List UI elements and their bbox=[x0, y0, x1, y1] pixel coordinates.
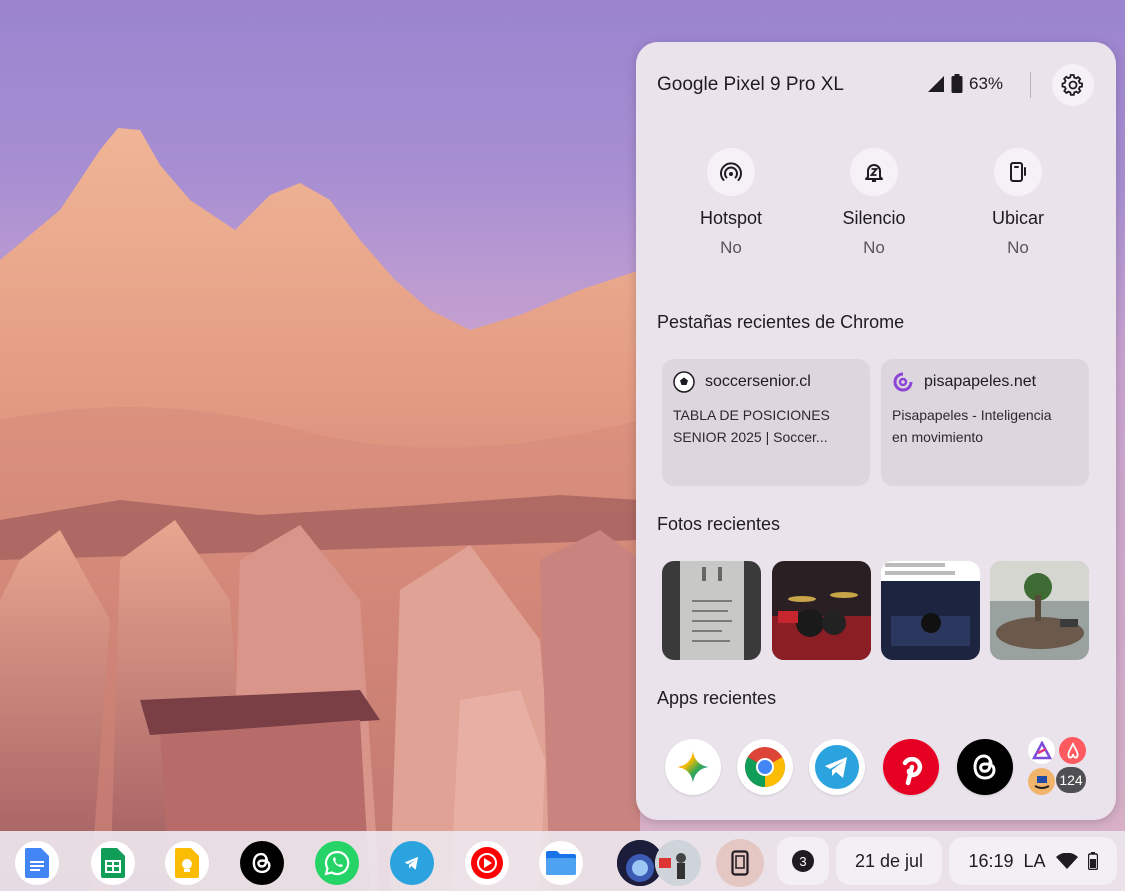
phone-hub-button[interactable] bbox=[716, 839, 764, 887]
tab-header: soccersenior.cl bbox=[673, 371, 811, 393]
shelf-app-docs[interactable] bbox=[15, 841, 59, 885]
battery-icon bbox=[951, 74, 963, 93]
recent-photo[interactable] bbox=[881, 561, 980, 660]
pisapapeles-logo-icon bbox=[893, 372, 913, 392]
quick-toggles: Hotspot No Silencio No Ubicar No bbox=[636, 148, 1116, 268]
tab-title: TABLA DE POSICIONES SENIOR 2025 | Soccer… bbox=[673, 404, 859, 448]
shelf-app-files[interactable] bbox=[539, 841, 583, 885]
tab-title-line: SENIOR 2025 | Soccer... bbox=[673, 429, 828, 445]
date-label: 21 de jul bbox=[854, 850, 924, 871]
gemini-icon bbox=[677, 751, 709, 783]
recent-app-chrome[interactable] bbox=[737, 739, 793, 795]
soccer-ball-icon bbox=[673, 371, 695, 393]
airbnb-icon bbox=[1059, 737, 1086, 764]
tab-title-line: TABLA DE POSICIONES bbox=[673, 407, 830, 423]
battery-percent: 63% bbox=[969, 74, 1004, 93]
shelf: 3 21 de jul 16:19 LA bbox=[0, 831, 1125, 891]
shelf-app-telegram[interactable] bbox=[390, 841, 434, 885]
silence-label: Silencio bbox=[842, 208, 906, 228]
tab-site: soccersenior.cl bbox=[705, 373, 811, 390]
recent-apps-title: Apps recientes bbox=[657, 688, 777, 708]
hotspot-state: No bbox=[720, 238, 742, 257]
status-tray[interactable]: 16:19 LA bbox=[949, 837, 1117, 885]
more-apps-count: 124 bbox=[1056, 767, 1086, 793]
recent-photo[interactable] bbox=[990, 561, 1089, 660]
telegram-icon bbox=[815, 745, 859, 789]
silence-toggle[interactable]: Silencio No bbox=[799, 148, 949, 258]
recent-app-threads[interactable] bbox=[957, 739, 1013, 795]
phone-icon bbox=[731, 850, 749, 876]
threads-icon bbox=[252, 852, 271, 874]
locate-button[interactable] bbox=[994, 148, 1042, 196]
tab-title-line: en movimiento bbox=[892, 429, 984, 445]
notification-count: 3 bbox=[792, 850, 814, 872]
photo-stage-thumbnail bbox=[881, 561, 980, 660]
tab-header: pisapapeles.net bbox=[892, 371, 1036, 393]
shelf-app-threads[interactable] bbox=[240, 841, 284, 885]
phone-hub-header: Google Pixel 9 Pro XL 63% bbox=[657, 72, 1097, 98]
clock: 16:19 bbox=[968, 850, 1014, 871]
tab-site: pisapapeles.net bbox=[924, 373, 1037, 390]
google-keep-icon bbox=[175, 848, 199, 878]
recent-photo[interactable] bbox=[662, 561, 761, 660]
pinterest-icon bbox=[883, 739, 939, 795]
whatsapp-icon bbox=[324, 850, 350, 876]
input-method: LA bbox=[1023, 850, 1046, 871]
recent-app-gemini[interactable] bbox=[665, 739, 721, 795]
youtube-music-icon bbox=[471, 847, 503, 879]
settings-button[interactable] bbox=[1052, 64, 1094, 106]
shelf-app-keep[interactable] bbox=[165, 841, 209, 885]
shelf-app-photo-preview[interactable] bbox=[655, 840, 701, 886]
locate-label: Ubicar bbox=[991, 208, 1044, 228]
phone-status: 63% bbox=[927, 74, 1003, 94]
hotspot-button[interactable] bbox=[707, 148, 755, 196]
hotspot-label: Hotspot bbox=[699, 208, 763, 228]
files-icon bbox=[546, 851, 576, 875]
recent-tab-card[interactable]: pisapapeles.net Pisapapeles - Inteligenc… bbox=[881, 359, 1089, 486]
chrome-icon bbox=[745, 747, 785, 787]
battery-icon bbox=[1087, 852, 1098, 870]
date-tray[interactable]: 21 de jul bbox=[836, 837, 942, 885]
recent-tab-card[interactable]: soccersenior.cl TABLA DE POSICIONES SENI… bbox=[662, 359, 870, 486]
photo-table-plant-thumbnail bbox=[990, 561, 1089, 660]
silence-state: No bbox=[863, 238, 885, 257]
recent-tabs-title: Pestañas recientes de Chrome bbox=[657, 312, 905, 332]
notification-counter[interactable]: 3 bbox=[777, 837, 829, 885]
photo-document-thumbnail bbox=[662, 561, 761, 660]
shelf-app-whatsapp[interactable] bbox=[315, 841, 359, 885]
shelf-app-youtube-music[interactable] bbox=[465, 841, 509, 885]
phone-ring-icon bbox=[1010, 162, 1026, 182]
tab-title: Pisapapeles - Inteligencia en movimiento bbox=[892, 404, 1078, 448]
signal-icon bbox=[928, 76, 944, 92]
header-divider bbox=[1030, 72, 1031, 98]
tab-title-line: Pisapapeles - Inteligencia bbox=[892, 407, 1052, 423]
more-recent-apps[interactable]: 124 bbox=[1026, 735, 1090, 799]
recent-app-telegram[interactable] bbox=[809, 739, 865, 795]
locate-toggle[interactable]: Ubicar No bbox=[943, 148, 1093, 258]
photo-drums-thumbnail bbox=[772, 561, 871, 660]
wifi-icon bbox=[1055, 853, 1078, 869]
person-photo-icon bbox=[655, 840, 701, 886]
recent-photo[interactable] bbox=[772, 561, 871, 660]
device-name: Google Pixel 9 Pro XL bbox=[657, 74, 844, 95]
hotspot-icon bbox=[720, 162, 742, 181]
threads-icon bbox=[973, 754, 996, 780]
phone-hub-panel: Google Pixel 9 Pro XL 63% Hotspot No Sil… bbox=[636, 42, 1116, 820]
recent-photos-title: Fotos recientes bbox=[657, 514, 781, 534]
gear-icon bbox=[1061, 74, 1083, 96]
amazon-icon bbox=[1028, 768, 1055, 795]
telegram-icon bbox=[404, 856, 419, 870]
google-docs-icon bbox=[25, 848, 49, 878]
recent-app-pinterest[interactable] bbox=[883, 739, 939, 795]
affinity-icon bbox=[1028, 737, 1055, 764]
bell-snooze-icon bbox=[865, 164, 883, 182]
shelf-app-sheets[interactable] bbox=[91, 841, 135, 885]
hotspot-toggle[interactable]: Hotspot No bbox=[656, 148, 806, 258]
silence-button[interactable] bbox=[850, 148, 898, 196]
google-sheets-icon bbox=[101, 848, 125, 878]
locate-state: No bbox=[1007, 238, 1029, 257]
